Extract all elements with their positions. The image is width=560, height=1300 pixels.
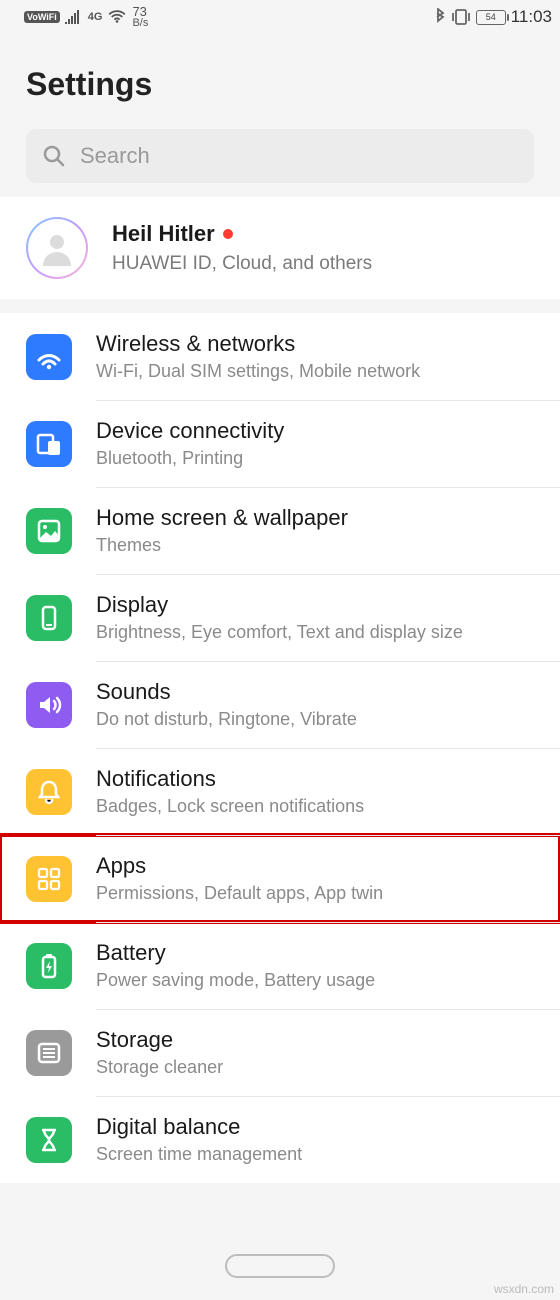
settings-item-home-screen-wallpaper[interactable]: Home screen & wallpaper Themes — [0, 487, 560, 574]
item-title: Sounds — [96, 679, 534, 705]
wifi-icon — [26, 334, 72, 380]
vibrate-icon — [451, 9, 471, 25]
notification-dot-icon — [223, 229, 233, 239]
item-subtitle: Do not disturb, Ringtone, Vibrate — [96, 709, 534, 730]
devices-icon — [26, 421, 72, 467]
search-icon — [42, 144, 66, 168]
settings-item-notifications[interactable]: Notifications Badges, Lock screen notific… — [0, 748, 560, 835]
settings-item-battery[interactable]: Battery Power saving mode, Battery usage — [0, 922, 560, 1009]
battery-icon — [26, 943, 72, 989]
item-subtitle: Bluetooth, Printing — [96, 448, 534, 469]
apps-icon — [26, 856, 72, 902]
display-icon — [26, 595, 72, 641]
settings-item-digital-balance[interactable]: Digital balance Screen time management — [0, 1096, 560, 1183]
signal-icon — [65, 10, 83, 24]
item-subtitle: Screen time management — [96, 1144, 534, 1165]
clock-label: 11:03 — [511, 7, 552, 27]
item-subtitle: Themes — [96, 535, 534, 556]
avatar — [26, 217, 88, 279]
item-title: Apps — [96, 853, 534, 879]
wallpaper-icon — [26, 508, 72, 554]
item-subtitle: Power saving mode, Battery usage — [96, 970, 534, 991]
data-speed-label: 73 B/s — [132, 5, 148, 29]
item-title: Device connectivity — [96, 418, 534, 444]
status-bar: VoWiFi 4G 73 B/s 54 11:03 — [0, 0, 560, 34]
vowifi-badge: VoWiFi — [24, 11, 60, 23]
account-row[interactable]: Heil Hitler HUAWEI ID, Cloud, and others — [0, 197, 560, 299]
watermark: wsxdn.com — [494, 1282, 554, 1296]
sounds-icon — [26, 682, 72, 728]
battery-status-icon: 54 — [476, 10, 506, 25]
bell-icon — [26, 769, 72, 815]
item-subtitle: Permissions, Default apps, App twin — [96, 883, 534, 904]
settings-item-apps[interactable]: Apps Permissions, Default apps, App twin — [0, 835, 560, 922]
item-title: Battery — [96, 940, 534, 966]
hourglass-icon — [26, 1117, 72, 1163]
item-subtitle: Brightness, Eye comfort, Text and displa… — [96, 622, 534, 643]
page-title: Settings — [0, 34, 560, 129]
item-subtitle: Badges, Lock screen notifications — [96, 796, 534, 817]
account-subtitle: HUAWEI ID, Cloud, and others — [112, 253, 534, 275]
nav-pill[interactable] — [225, 1254, 335, 1278]
item-subtitle: Storage cleaner — [96, 1057, 534, 1078]
account-name: Heil Hitler — [112, 221, 215, 247]
search-placeholder: Search — [80, 143, 150, 169]
search-input[interactable]: Search — [26, 129, 534, 183]
item-subtitle: Wi-Fi, Dual SIM settings, Mobile network — [96, 361, 534, 382]
settings-item-device-connectivity[interactable]: Device connectivity Bluetooth, Printing — [0, 400, 560, 487]
settings-item-storage[interactable]: Storage Storage cleaner — [0, 1009, 560, 1096]
settings-item-sounds[interactable]: Sounds Do not disturb, Ringtone, Vibrate — [0, 661, 560, 748]
settings-item-display[interactable]: Display Brightness, Eye comfort, Text and… — [0, 574, 560, 661]
item-title: Wireless & networks — [96, 331, 534, 357]
bluetooth-icon — [434, 8, 446, 26]
settings-item-wireless-networks[interactable]: Wireless & networks Wi-Fi, Dual SIM setti… — [0, 313, 560, 400]
wifi-status-icon — [107, 10, 127, 24]
item-title: Digital balance — [96, 1114, 534, 1140]
item-title: Home screen & wallpaper — [96, 505, 534, 531]
settings-list: Wireless & networks Wi-Fi, Dual SIM setti… — [0, 313, 560, 1183]
item-title: Notifications — [96, 766, 534, 792]
item-title: Display — [96, 592, 534, 618]
network-gen-label: 4G — [88, 11, 103, 23]
storage-icon — [26, 1030, 72, 1076]
item-title: Storage — [96, 1027, 534, 1053]
